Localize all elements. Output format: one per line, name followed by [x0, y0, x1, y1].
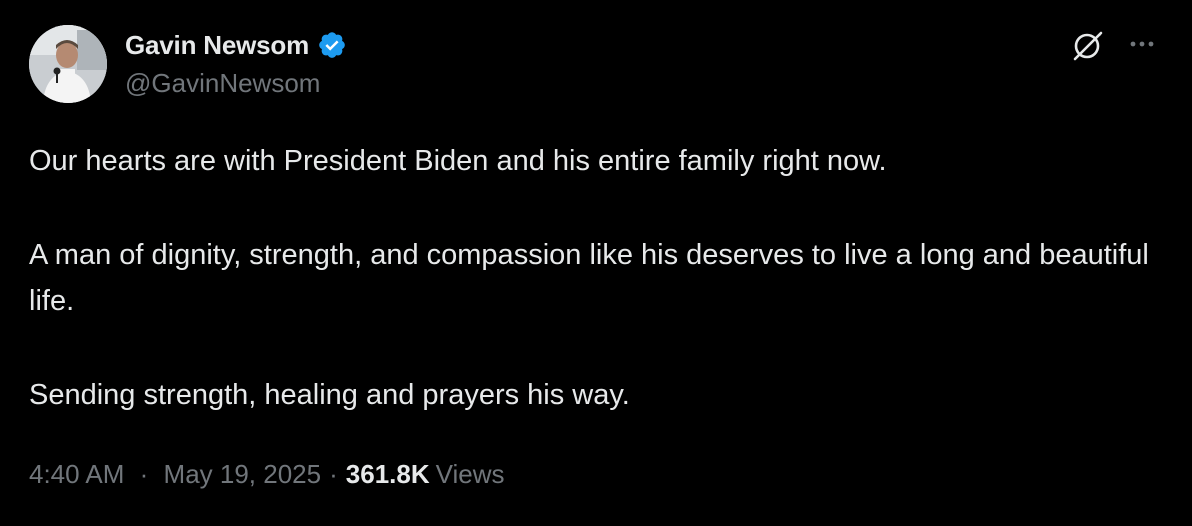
- tweet-text: Our hearts are with President Biden and …: [29, 138, 1149, 418]
- tweet-paragraph: A man of dignity, strength, and compassi…: [29, 239, 1149, 317]
- avatar-image: [29, 25, 107, 103]
- tweet-paragraph: Our hearts are with President Biden and …: [29, 145, 887, 177]
- tweet-paragraph: Sending strength, healing and prayers hi…: [29, 379, 630, 411]
- views-count[interactable]: 361.8K: [346, 459, 430, 490]
- tweet-metadata: 4:40 AM · May 19, 2025 · 361.8K Views: [29, 454, 505, 494]
- views-label: Views: [435, 458, 505, 489]
- grok-icon[interactable]: [1070, 28, 1106, 64]
- separator-dot: ·: [329, 458, 338, 489]
- more-options-icon[interactable]: [1126, 30, 1158, 60]
- author-display-name[interactable]: Gavin Newsom: [125, 30, 309, 61]
- avatar[interactable]: [29, 25, 107, 103]
- author-handle[interactable]: @GavinNewsom: [125, 68, 320, 99]
- tweet-time-link[interactable]: 4:40 AM · May 19, 2025: [29, 459, 321, 490]
- verified-badge-icon[interactable]: [317, 30, 347, 60]
- tweet-time: 4:40 AM: [29, 458, 125, 489]
- tweet-card: Gavin Newsom @GavinNewsom Our hearts are…: [0, 0, 1192, 526]
- author-name-row: Gavin Newsom: [125, 28, 347, 62]
- separator-dot: ·: [139, 458, 149, 489]
- tweet-date: May 19, 2025: [163, 458, 322, 489]
